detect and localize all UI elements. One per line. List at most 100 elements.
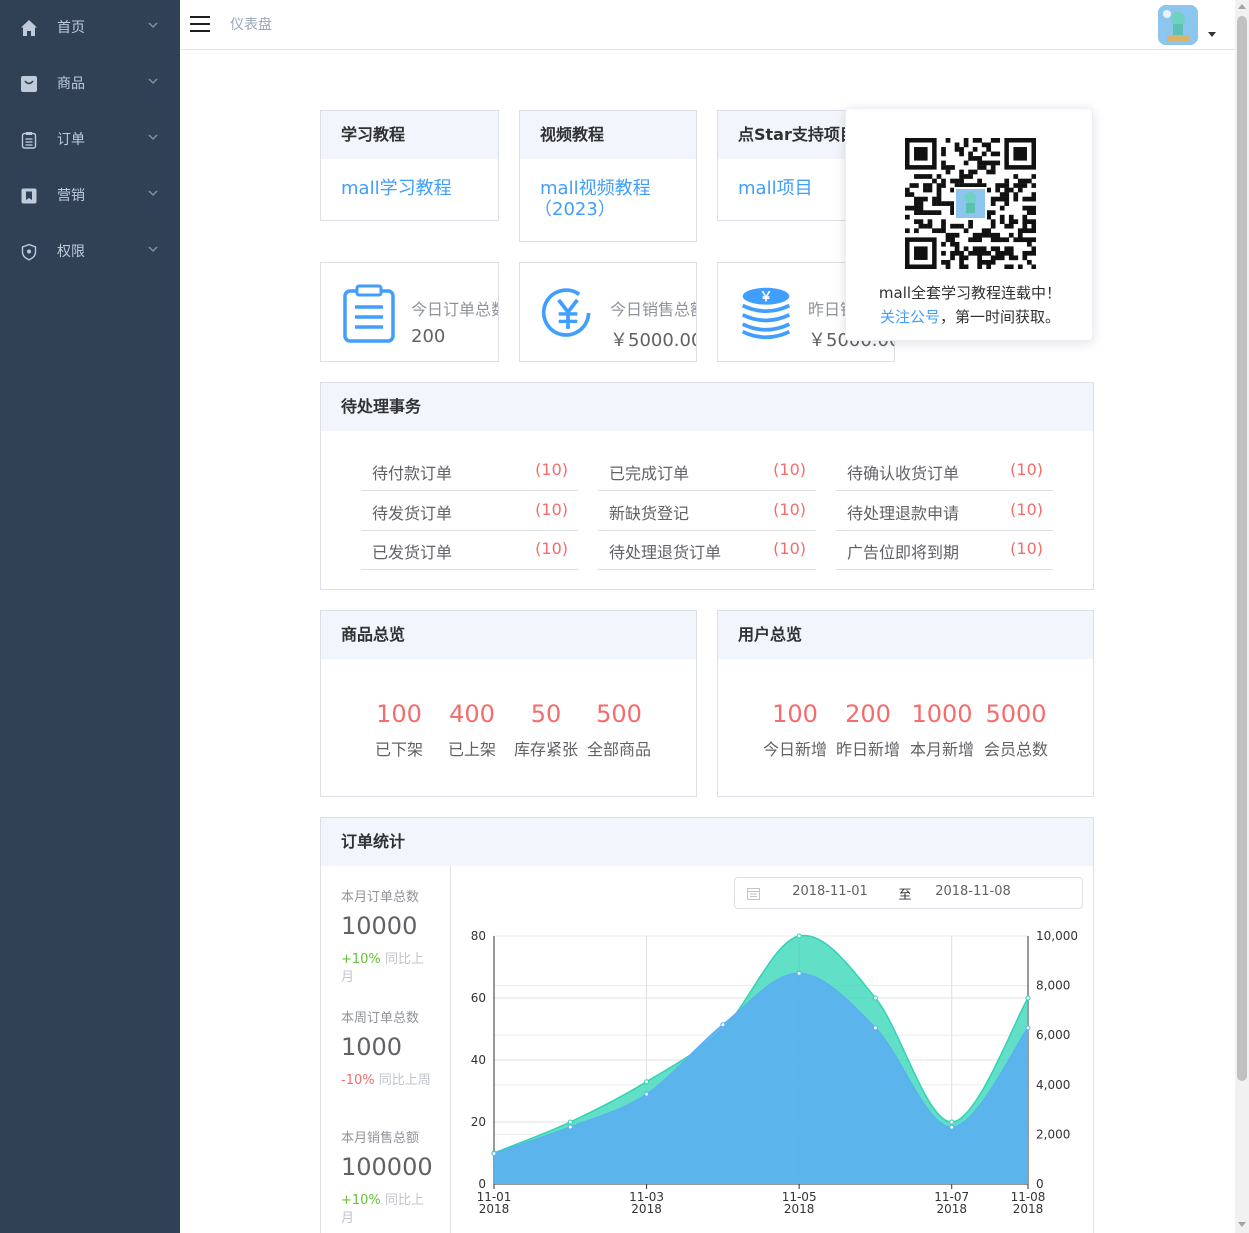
order-stats-panel: 订单统计 本月订单总数 10000 +10% 同比上月 本周订单总数 1000 … xyxy=(320,817,1094,1233)
pending-item-count: (10) xyxy=(1010,500,1043,519)
y-left-tick-label: 60 xyxy=(471,991,486,1005)
sidebar-item-marketing[interactable]: 营销 xyxy=(0,168,180,224)
popover-subtext-rest: ，第一时间获取。 xyxy=(940,308,1061,326)
bookmark-icon xyxy=(21,188,37,204)
sidebar-item-label: 订单 xyxy=(57,132,85,148)
page-scrollbar[interactable] xyxy=(1235,0,1249,1233)
pending-item[interactable]: 待付款订单 (10) xyxy=(361,451,578,491)
overview-label: 今日新增 xyxy=(762,740,827,759)
clipboard-icon xyxy=(343,284,395,343)
tutorial-link[interactable]: mall学习教程 xyxy=(341,178,452,199)
metric-title: 本月销售总额 xyxy=(341,1131,420,1146)
sidebar-item-products[interactable]: 商品 xyxy=(0,56,180,112)
video-link-year[interactable]: （2023） xyxy=(534,199,616,220)
pending-item-count: (10) xyxy=(535,539,568,558)
pending-item[interactable]: 已完成订单 (10) xyxy=(598,451,816,491)
pending-item[interactable]: 待处理退款申请 (10) xyxy=(836,491,1053,531)
avatar[interactable] xyxy=(1158,5,1198,45)
pending-tasks-title: 待处理事务 xyxy=(321,383,1093,431)
scroll-down-arrow-icon[interactable] xyxy=(1238,1222,1246,1227)
pending-tasks-panel: 待处理事务 待付款订单 (10) 已完成订单 (10) 待确认收货订单 (10) 待发… xyxy=(320,382,1094,590)
sidebar-item-home[interactable]: 首页 xyxy=(0,0,180,56)
overview-label: 库存紧张 xyxy=(513,740,578,759)
sidebar-item-orders[interactable]: 订单 xyxy=(0,112,180,168)
clipboard-icon xyxy=(21,132,37,149)
metric-trend-label: 同比上周 xyxy=(378,1073,431,1088)
order-stats-chart: 02040608002,0004,0006,0008,00010,00011-0… xyxy=(471,929,1078,1216)
pending-item-label: 已完成订单 xyxy=(609,464,690,483)
data-point xyxy=(796,970,802,976)
video-link[interactable]: mall视频教程 xyxy=(540,178,651,199)
metric-value: 1000 xyxy=(341,1033,403,1061)
pending-item-label: 已发货订单 xyxy=(372,543,453,562)
metric-trend: -10% 同比上周 xyxy=(341,1072,433,1090)
pending-item[interactable]: 新缺货登记 (10) xyxy=(598,491,816,531)
avatar-dropdown-caret-icon[interactable] xyxy=(1208,32,1216,37)
app: 首页 商品 订单 营销 权限 仪表盘 学习教程 mall学习教程 视频教程 ma… xyxy=(0,0,1249,1233)
star-project-link[interactable]: mall项目 xyxy=(738,178,813,199)
order-stats-title: 订单统计 xyxy=(321,818,1093,866)
data-point xyxy=(796,933,802,939)
sidebar: 首页 商品 订单 营销 权限 xyxy=(0,0,180,1233)
x-tick-label: 2018 xyxy=(784,1202,815,1216)
yen-icon xyxy=(541,288,591,337)
date-start-input[interactable]: 2018-11-01 xyxy=(780,884,880,899)
scroll-up-arrow-icon[interactable] xyxy=(1238,4,1246,9)
x-tick-label: 2018 xyxy=(631,1202,662,1216)
popover-text: mall全套学习教程连载中！ xyxy=(878,284,1062,302)
y-left-tick-label: 40 xyxy=(471,1053,486,1067)
product-overview-title: 商品总览 xyxy=(321,611,696,659)
data-point xyxy=(720,1022,726,1028)
breadcrumb: 仪表盘 xyxy=(230,17,272,33)
y-right-tick-label: 6,000 xyxy=(1036,1028,1070,1042)
pending-item[interactable]: 待处理退货订单 (10) xyxy=(598,530,816,570)
y-right-tick-label: 0 xyxy=(1036,1177,1044,1191)
tutorial-card-title: 学习教程 xyxy=(321,111,498,159)
series-area xyxy=(494,973,1028,1184)
data-point xyxy=(1025,995,1031,1001)
y-left-tick-label: 80 xyxy=(471,929,486,943)
calendar-icon xyxy=(747,888,760,900)
pending-item[interactable]: 广告位即将到期 (10) xyxy=(836,530,1053,570)
data-point xyxy=(567,1124,573,1130)
metric-trend: +10% 同比上月 xyxy=(341,1192,433,1228)
date-end-input[interactable]: 2018-11-08 xyxy=(923,884,1023,899)
tutorial-card: 学习教程 mall学习教程 xyxy=(320,110,499,221)
pending-item[interactable]: 待发货订单 (10) xyxy=(361,491,578,531)
pending-item-count: (10) xyxy=(1010,460,1043,479)
date-range-picker[interactable]: 2018-11-01 至 2018-11-08 xyxy=(734,877,1083,909)
overview-value: 100 xyxy=(376,700,422,728)
shield-icon xyxy=(21,243,37,261)
date-range-separator: 至 xyxy=(898,888,912,903)
follow-account-link[interactable]: 关注公号 xyxy=(880,308,940,326)
sidebar-item-label: 首页 xyxy=(57,20,85,36)
y-right-tick-label: 8,000 xyxy=(1036,979,1070,993)
metric-trend: +10% 同比上月 xyxy=(341,951,433,987)
y-right-tick-label: 10,000 xyxy=(1036,929,1078,943)
today-sales-card: 今日销售总额 ￥5000.00 xyxy=(519,262,697,362)
data-point xyxy=(644,1079,650,1085)
metric-title: 本周订单总数 xyxy=(341,1011,420,1026)
sidebar-item-permissions[interactable]: 权限 xyxy=(0,224,180,280)
pending-item-label: 待确认收货订单 xyxy=(847,464,960,483)
pending-item-count: (10) xyxy=(1010,539,1043,558)
chevron-down-icon xyxy=(148,22,158,28)
product-overview-panel: 商品总览 100 已下架 400 已上架 50 库存紧张 500 全部商品 xyxy=(320,610,697,797)
bag-icon xyxy=(21,76,37,92)
wechat-qr-popover: mall全套学习教程连载中！ 关注公号，第一时间获取。 xyxy=(845,108,1093,341)
stat-value: 200 xyxy=(411,326,446,347)
chevron-down-icon xyxy=(148,246,158,252)
pending-item[interactable]: 已发货订单 (10) xyxy=(361,530,578,570)
pending-item-label: 待发货订单 xyxy=(372,504,453,523)
pending-item-count: (10) xyxy=(773,460,806,479)
overview-label: 会员总数 xyxy=(983,740,1048,759)
pending-item-label: 新缺货登记 xyxy=(609,504,690,523)
pending-item[interactable]: 待确认收货订单 (10) xyxy=(836,451,1053,491)
scrollbar-thumb[interactable] xyxy=(1237,16,1247,1081)
metric-trend-pct: -10% xyxy=(341,1073,375,1088)
pending-item-label: 待处理退款申请 xyxy=(847,504,960,523)
data-point xyxy=(491,1150,497,1156)
hamburger-menu-icon[interactable] xyxy=(190,16,210,32)
pending-item-count: (10) xyxy=(773,500,806,519)
overview-value: 500 xyxy=(596,700,642,728)
